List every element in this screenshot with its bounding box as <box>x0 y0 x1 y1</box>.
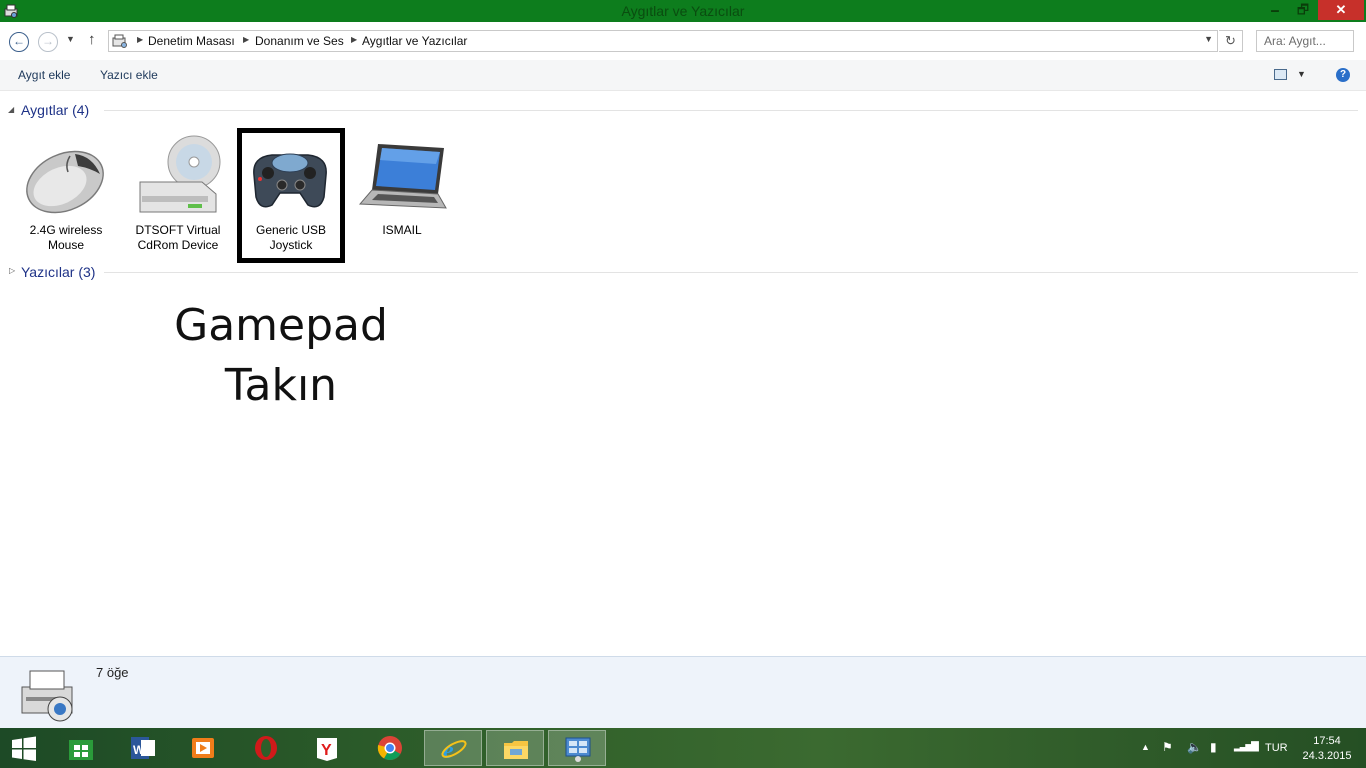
control-panel-icon <box>112 34 127 48</box>
forward-button[interactable]: → <box>38 32 58 52</box>
gamepad-icon <box>253 153 327 208</box>
restore-button[interactable]: 🗗 <box>1290 0 1316 20</box>
chrome-icon <box>377 736 402 761</box>
breadcrumb-hardware-sound[interactable]: Donanım ve Ses <box>255 34 344 48</box>
network-signal-icon[interactable]: ▂▃▅▇ <box>1234 741 1259 752</box>
item-count: 7 öğe <box>96 665 129 680</box>
address-bar[interactable]: ▶ Denetim Masası ▶ Donanım ve Ses ▶ Aygı… <box>108 30 1218 52</box>
device-tile-cdrom[interactable]: DTSOFT Virtual CdRom Device <box>124 128 232 263</box>
control-panel-icon <box>565 737 591 762</box>
volume-icon[interactable]: 🔈 <box>1187 740 1202 754</box>
device-label: 2.4G wireless Mouse <box>29 223 103 252</box>
group-divider <box>104 272 1358 273</box>
overlay-line-1: Gamepad <box>174 300 388 351</box>
refresh-button[interactable]: ↻ <box>1219 30 1243 52</box>
breadcrumb-devices-printers[interactable]: Aygıtlar ve Yazıcılar <box>362 34 467 48</box>
overlay-annotation: Gamepad Takın <box>150 296 412 416</box>
device-label: Generic USB Joystick <box>255 223 327 252</box>
close-button[interactable]: ✕ <box>1318 0 1364 20</box>
arrow-right-icon: → <box>42 34 54 48</box>
recent-locations-button[interactable]: ▼ <box>66 34 75 44</box>
input-language[interactable]: TUR <box>1265 742 1288 754</box>
add-device-button[interactable]: Aygıt ekle <box>18 68 70 82</box>
taskbar-yandex[interactable]: Y <box>298 730 356 766</box>
arrow-up-icon: ↑ <box>88 31 96 48</box>
breadcrumb-separator-icon: ▶ <box>351 35 358 44</box>
taskbar-media-player[interactable] <box>174 730 232 766</box>
view-options-dropdown-icon[interactable]: ▼ <box>1297 69 1306 79</box>
printers-group-header[interactable]: Yazıcılar (3) <box>21 264 95 280</box>
start-button[interactable] <box>0 730 58 766</box>
taskbar-control-panel[interactable] <box>548 730 606 766</box>
collapse-triangle-icon[interactable]: ◢ <box>8 105 14 114</box>
group-divider <box>104 110 1358 111</box>
add-printer-button[interactable]: Yazıcı ekle <box>100 68 158 82</box>
overlay-line-2: Takın <box>224 360 338 411</box>
start-icon <box>12 736 36 761</box>
title-bar: Aygıtlar ve Yazıcılar 🗕 🗗 ✕ <box>0 0 1366 22</box>
devices-group-header[interactable]: Aygıtlar (4) <box>21 102 89 118</box>
taskbar-file-explorer[interactable] <box>486 730 544 766</box>
device-label: ISMAIL <box>382 223 422 237</box>
svg-text:Y: Y <box>321 742 332 759</box>
opera-icon <box>255 736 277 760</box>
taskbar-chrome[interactable] <box>361 730 419 766</box>
power-icon[interactable]: ▮ <box>1210 740 1217 754</box>
address-dropdown-icon[interactable]: ▼ <box>1204 34 1213 44</box>
device-tile-laptop[interactable]: ISMAIL <box>348 128 456 263</box>
devices-printers-large-icon <box>21 670 73 722</box>
search-input[interactable]: Ara: Aygıt... <box>1256 30 1354 52</box>
file-explorer-icon <box>504 741 528 759</box>
refresh-icon: ↻ <box>1225 33 1236 48</box>
show-hidden-icons-button[interactable]: ▲ <box>1141 742 1150 752</box>
cdrom-drive-icon <box>139 135 221 213</box>
clock-time: 17:54 <box>1313 735 1341 747</box>
arrow-left-icon: ← <box>13 34 25 48</box>
breadcrumb-separator-icon: ▶ <box>137 35 144 44</box>
back-button[interactable]: ← <box>9 32 29 52</box>
internet-explorer-icon: e <box>441 738 467 763</box>
window-title: Aygıtlar ve Yazıcılar <box>621 3 745 19</box>
yandex-icon: Y <box>317 738 337 761</box>
device-label: DTSOFT Virtual CdRom Device <box>135 223 221 252</box>
expand-triangle-icon[interactable]: ▷ <box>9 266 15 275</box>
clock[interactable]: 17:54 24.3.2015 <box>1296 734 1358 764</box>
device-tile-joystick[interactable]: Generic USB Joystick <box>237 128 345 263</box>
store-icon <box>69 740 93 760</box>
taskbar-word[interactable]: W <box>114 730 172 766</box>
svg-text:W: W <box>133 743 145 757</box>
mouse-icon <box>26 150 104 214</box>
device-tile-mouse[interactable]: 2.4G wireless Mouse <box>12 128 120 263</box>
breadcrumb-separator-icon: ▶ <box>243 35 250 44</box>
change-view-icon[interactable] <box>1274 69 1287 80</box>
details-pane: 7 öğe <box>0 656 1366 728</box>
word-icon: W <box>131 737 155 759</box>
taskbar: W Y e ▲ ⚑ 🔈 ▮ ▂▃▅▇ TUR 17:54 24.3.2015 <box>0 728 1366 768</box>
taskbar-opera[interactable] <box>237 730 295 766</box>
action-center-flag-icon[interactable]: ⚑ <box>1162 740 1173 754</box>
laptop-icon <box>358 144 447 209</box>
clock-date: 24.3.2015 <box>1302 750 1352 762</box>
chevron-down-icon: ▼ <box>66 34 75 44</box>
help-icon[interactable]: ? <box>1336 68 1350 82</box>
command-bar: Aygıt ekle Yazıcı ekle ▼ ? <box>0 60 1366 91</box>
up-button[interactable]: ↑ <box>88 31 96 48</box>
taskbar-internet-explorer[interactable]: e <box>424 730 482 766</box>
minimize-button[interactable]: 🗕 <box>1262 0 1288 20</box>
breadcrumb-control-panel[interactable]: Denetim Masası <box>148 34 235 48</box>
taskbar-store[interactable] <box>52 730 110 766</box>
media-player-icon <box>192 738 214 758</box>
address-row: ← → ▼ ↑ ▶ Denetim Masası ▶ Donanım ve Se… <box>0 22 1366 60</box>
